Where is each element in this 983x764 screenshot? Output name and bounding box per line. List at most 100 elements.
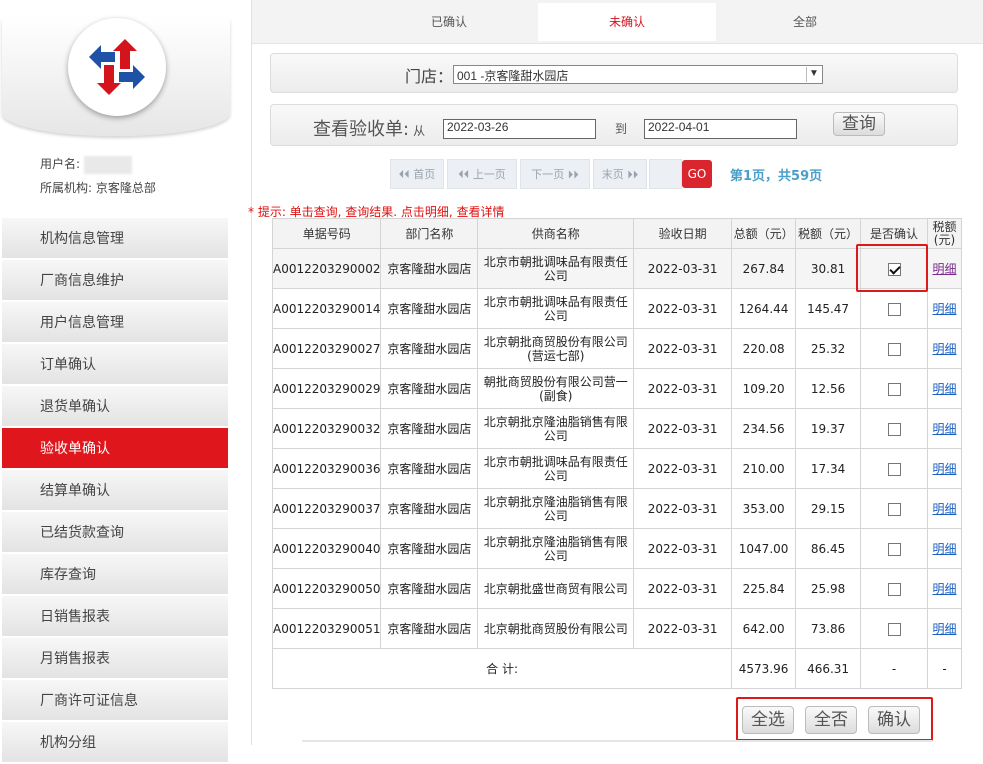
sidebar-item[interactable]: 厂商信息维护 [2,260,228,302]
total-amount: 109.20 [731,368,797,409]
sidebar-item[interactable]: 机构信息管理 [2,218,228,260]
org-value: 京客隆总部 [95,181,156,195]
receipt-table: 单据号码 部门名称 供商名称 验收日期 总额（元） 税额（元） 是否确认 税额(… [271,218,963,689]
detail-link[interactable]: 明细 [932,462,956,476]
confirm-checkbox[interactable] [887,582,901,596]
confirm-checkbox[interactable] [887,422,901,436]
detail-link[interactable]: 明细 [932,542,956,556]
confirm-checkbox[interactable] [887,622,901,636]
receipt-id: A0012203290050 [271,568,382,609]
confirm-cell [860,248,928,289]
confirm-checkbox[interactable] [887,342,901,356]
confirm-checkbox[interactable] [887,462,901,476]
go-button[interactable]: GO [682,160,712,188]
tab-unconfirmed[interactable]: 未确认 [538,3,716,41]
confirm-button[interactable]: 确认 [868,706,920,734]
detail-link[interactable]: 明细 [932,342,956,356]
query-title-text: 查看验收单: [313,119,410,140]
receipt-date: 2022-03-31 [633,368,733,409]
header-cell: 单据号码 [271,218,382,249]
sidebar-item[interactable]: 机构分组 [2,722,228,764]
to-label: 到 [615,122,628,136]
select-all-button[interactable]: 全选 [742,706,794,734]
sidebar-item[interactable]: 日销售报表 [2,596,228,638]
total-amount: 225.84 [731,568,797,609]
prev-page-button[interactable]: ⏴⏴ 上一页 [447,159,517,189]
confirm-checkbox[interactable] [887,502,901,516]
query-bar: 查看验收单: 从 2022-03-26 到 2022-04-01 查询 [270,104,958,146]
receipt-date: 2022-03-31 [633,328,733,369]
tax-amount: 145.47 [795,288,862,329]
detail-link[interactable]: 明细 [932,262,956,276]
tax-amount: 86.45 [795,528,862,569]
sidebar-item[interactable]: 已结货款查询 [2,512,228,554]
confirm-checkbox[interactable] [887,542,901,556]
sidebar-item[interactable]: 退货单确认 [2,386,228,428]
query-button[interactable]: 查询 [833,112,885,136]
tab-confirmed[interactable]: 已确认 [360,3,538,41]
detail-cell: 明细 [926,368,963,409]
sidebar-item[interactable]: 月销售报表 [2,638,228,680]
vendor-name-text: 北京市朝批调味品有限责任公司 [483,454,628,483]
vendor-name: 北京市朝批调味品有限责任公司 [477,248,635,289]
store-select[interactable]: 001 -京客隆甜水园店 ▼ [453,65,823,84]
receipt-id: A0012203290040 [271,528,382,569]
detail-link[interactable]: 明细 [932,422,956,436]
vendor-name-text: 北京朝批盛世商贸有限公司 [483,581,628,596]
confirm-cell [860,448,928,489]
table-row: A0012203290050 京客隆甜水园店 北京朝批盛世商贸有限公司 2022-03… [271,568,963,609]
detail-cell: 明细 [926,248,963,289]
user-name-label: 用户名: [40,157,81,171]
next-page-button[interactable]: 下一页 ⏵⏵ [520,159,590,189]
receipt-date: 2022-03-31 [633,568,733,609]
chevron-down-icon: ▼ [806,67,821,82]
status-tabs: 已确认 未确认 全部 [252,0,983,44]
header-cell: 供商名称 [477,218,635,249]
header-cell: 是否确认 [860,218,928,249]
first-page-button[interactable]: ⏴⏴ 首页 [390,159,444,189]
tab-all[interactable]: 全部 [716,3,894,41]
table-row: A0012203290036 京客隆甜水园店 北京市朝批调味品有限责任公司 2022-… [271,448,963,489]
sidebar-item[interactable]: 厂商许可证信息 [2,680,228,722]
detail-link[interactable]: 明细 [932,622,956,636]
confirm-cell [860,408,928,449]
vendor-name-text: 北京朝批商贸股份有限公司(营运七部) [483,334,628,363]
from-label: 从 [413,124,426,138]
date-from-input[interactable]: 2022-03-26 [443,119,596,139]
date-to-input[interactable]: 2022-04-01 [644,119,797,139]
pager: ⏴⏴ 首页 ⏴⏴ 上一页 下一页 ⏵⏵ 末页 ⏵⏵ GO 第1页，共59页 [390,159,850,189]
page-number-input[interactable] [649,159,682,189]
confirm-cell [860,328,928,369]
sidebar-item[interactable]: 结算单确认 [2,470,228,512]
tax-amount: 19.37 [795,408,862,449]
table-row: A0012203290014 京客隆甜水园店 北京市朝批调味品有限责任公司 2022-… [271,288,963,329]
dept-name: 京客隆甜水园店 [380,448,479,489]
sidebar-item[interactable]: 验收单确认 [2,428,228,470]
sidebar-item[interactable]: 用户信息管理 [2,302,228,344]
sidebar-item[interactable]: 库存查询 [2,554,228,596]
sidebar-item[interactable]: 订单确认 [2,344,228,386]
header-cell: 验收日期 [633,218,733,249]
detail-link[interactable]: 明细 [932,382,956,396]
dept-name: 京客隆甜水园店 [380,288,479,329]
detail-link[interactable]: 明细 [932,502,956,516]
receipt-id: A0012203290002 [271,248,382,289]
vendor-name: 北京市朝批调味品有限责任公司 [477,448,635,489]
total-amount: 234.56 [731,408,797,449]
confirm-checkbox-checked[interactable] [887,262,901,276]
receipt-date: 2022-03-31 [633,608,733,649]
logo-panel [2,18,230,136]
total-amount: 1047.00 [731,528,797,569]
bottom-divider [302,740,932,742]
vendor-name: 北京朝批商贸股份有限公司(营运七部) [477,328,635,369]
detail-link[interactable]: 明细 [932,582,956,596]
detail-link[interactable]: 明细 [932,302,956,316]
vendor-name: 朝批商贸股份有限公司营一(副食) [477,368,635,409]
tax-amount: 29.15 [795,488,862,529]
confirm-checkbox[interactable] [887,382,901,396]
select-none-button[interactable]: 全否 [805,706,857,734]
confirm-checkbox[interactable] [887,302,901,316]
detail-cell: 明细 [926,568,963,609]
receipt-date: 2022-03-31 [633,408,733,449]
last-page-button[interactable]: 末页 ⏵⏵ [593,159,647,189]
